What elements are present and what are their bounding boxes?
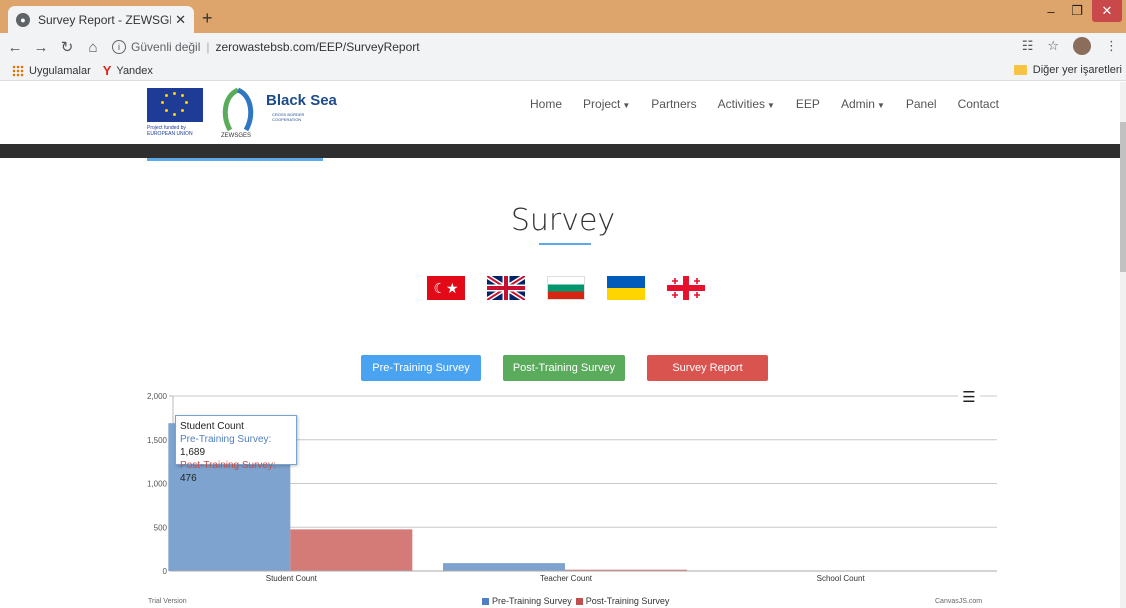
y-tick-label: 0 (163, 567, 168, 576)
y-tick-label: 1,000 (147, 480, 168, 489)
address-bar: ← → ↻ ⌂ i Güvenli değil | zerowastebsb.c… (0, 33, 1126, 61)
back-arrow-icon[interactable]: ← (4, 39, 26, 56)
legend-swatch-pre (482, 597, 489, 605)
eu-logo[interactable]: Project funded by EUROPEAN UNION (147, 88, 203, 144)
minimize-button[interactable]: – (1038, 0, 1064, 22)
omnibox[interactable]: i Güvenli değil | zerowastebsb.com/EEP/S… (112, 36, 1092, 58)
bulgarian-flag-icon[interactable] (547, 276, 585, 300)
page-title: Survey (510, 203, 616, 238)
nav-admin[interactable]: Admin ▼ (841, 97, 885, 111)
bookmark-yandex-label: Yandex (116, 64, 153, 77)
tab-title: Survey Report - ZEWSGES (38, 12, 172, 27)
nav-eep[interactable]: EEP (796, 97, 820, 111)
globe-icon: ● (16, 12, 30, 27)
chart-menu-icon[interactable]: ☰ (958, 390, 980, 406)
bar-post[interactable] (290, 529, 413, 571)
new-tab-button[interactable]: + (202, 8, 213, 29)
survey-chart: 0 500 1,000 1,500 2,000 Student Count Teacher … (120, 388, 1020, 608)
trial-version-label: Trial Version (148, 598, 187, 605)
info-icon[interactable]: i (112, 40, 126, 54)
folder-icon (1013, 65, 1027, 75)
bookmarks-bar: Uygulamalar Y Yandex Diğer yer işaretler… (0, 61, 1126, 81)
scrollbar-thumb[interactable] (1120, 122, 1126, 272)
browser-tab-bar: ● Survey Report - ZEWSGES ✕ + – ❐ ✕ (0, 0, 1126, 33)
tooltip-title: Student Count (180, 421, 244, 432)
chart-credit: CanvasJS.com (935, 598, 983, 605)
survey-report-button[interactable]: Survey Report (647, 355, 768, 381)
legend-swatch-post (575, 597, 583, 605)
caret-down-icon: ▼ (767, 101, 775, 110)
georgian-flag-icon[interactable] (667, 276, 705, 300)
tooltip-post-row: Post-Training Survey: 476 (180, 460, 276, 484)
bookmark-apps-label: Uygulamalar (29, 64, 91, 77)
x-tick-label: Teacher Count (540, 574, 593, 583)
nav-activities[interactable]: Activities ▼ (718, 97, 775, 111)
uk-flag-icon[interactable] (487, 276, 525, 300)
caret-down-icon: ▼ (622, 101, 631, 110)
blacksea-logo[interactable]: Black Sea CROSS BORDER COOPERATION (258, 90, 344, 140)
home-icon[interactable]: ⌂ (82, 39, 104, 56)
blacksea-title: Black Sea (266, 92, 337, 109)
x-tick-label: Student Count (266, 574, 318, 583)
close-window-button[interactable]: ✕ (1092, 0, 1122, 22)
browser-tab[interactable]: ● Survey Report - ZEWSGES ✕ (8, 6, 194, 33)
url-separator: | (206, 40, 210, 54)
ukrainian-flag-icon[interactable] (607, 276, 645, 300)
toolbar-actions: ☷ ☆ ⋮ (1022, 37, 1118, 55)
title-underline (539, 243, 591, 245)
bookmark-apps[interactable]: Uygulamalar (12, 64, 91, 77)
tooltip-pre-row: Pre-Training Survey: 1,689 (180, 434, 272, 458)
other-bookmarks-label: Diğer yer işaretleri (1032, 64, 1122, 76)
apps-grid-icon (12, 64, 24, 77)
eu-caption: Project funded by EUROPEAN UNION (147, 125, 193, 137)
legend-label-post: Post-Training Survey (585, 596, 670, 606)
y-tick-label: 500 (154, 523, 168, 532)
other-bookmarks[interactable]: Diğer yer işaretleri (1013, 64, 1122, 76)
post-training-survey-button[interactable]: Post-Training Survey (503, 355, 625, 381)
y-tick-label: 2,000 (147, 392, 168, 401)
site-header: Project funded by EUROPEAN UNION ZEWSGES… (0, 82, 1126, 144)
menu-dots-icon[interactable]: ⋮ (1105, 38, 1118, 54)
header-strip (0, 144, 1120, 158)
pre-training-survey-button[interactable]: Pre-Training Survey (361, 355, 481, 381)
y-tick-label: 1,500 (147, 436, 168, 445)
chart-tooltip: Student Count Pre-Training Survey: 1,689… (175, 415, 297, 484)
bookmark-yandex[interactable]: Y Yandex (103, 63, 153, 78)
zewsges-caption: ZEWSGES (221, 133, 252, 139)
bar-pre[interactable] (443, 563, 565, 571)
turkish-flag-icon[interactable]: ☾★ (427, 276, 465, 300)
reload-icon[interactable]: ↻ (56, 38, 78, 56)
legend-item-pre[interactable]: Pre-Training Survey (482, 596, 572, 606)
page-scrollbar[interactable] (1120, 82, 1126, 608)
insecure-label: Güvenli değil (131, 40, 201, 54)
blacksea-subtitle: CROSS BORDER COOPERATION (272, 112, 305, 122)
star-icon[interactable]: ☆ (1047, 38, 1059, 54)
caret-down-icon: ▼ (876, 101, 885, 110)
chart-legend: Pre-Training Survey Post-Training Survey (482, 596, 673, 606)
forward-arrow-icon[interactable]: → (30, 39, 52, 56)
maximize-button[interactable]: ❐ (1064, 0, 1090, 22)
yandex-icon: Y (102, 63, 112, 78)
nav-project[interactable]: Project ▼ (583, 97, 630, 111)
url-text[interactable]: zerowastebsb.com/EEP/SurveyReport (216, 40, 420, 54)
translate-icon[interactable]: ☷ (1022, 38, 1034, 54)
nav-contact[interactable]: Contact (958, 97, 999, 111)
active-indicator (147, 158, 323, 161)
profile-avatar[interactable] (1073, 37, 1091, 55)
nav-partners[interactable]: Partners (651, 97, 696, 111)
legend-label-pre: Pre-Training Survey (492, 596, 572, 606)
close-tab-icon[interactable]: ✕ (175, 12, 186, 28)
nav-home[interactable]: Home (530, 97, 562, 111)
language-flags: ☾★ (427, 276, 705, 300)
nav-panel[interactable]: Panel (906, 97, 937, 111)
survey-button-row: Pre-Training Survey Post-Training Survey… (361, 355, 768, 381)
legend-item-post[interactable]: Post-Training Survey (575, 596, 670, 606)
main-navigation: Home Project ▼ Partners Activities ▼ EEP A… (530, 97, 1020, 111)
x-tick-label: School Count (817, 574, 866, 583)
eu-flag-icon (147, 88, 203, 122)
